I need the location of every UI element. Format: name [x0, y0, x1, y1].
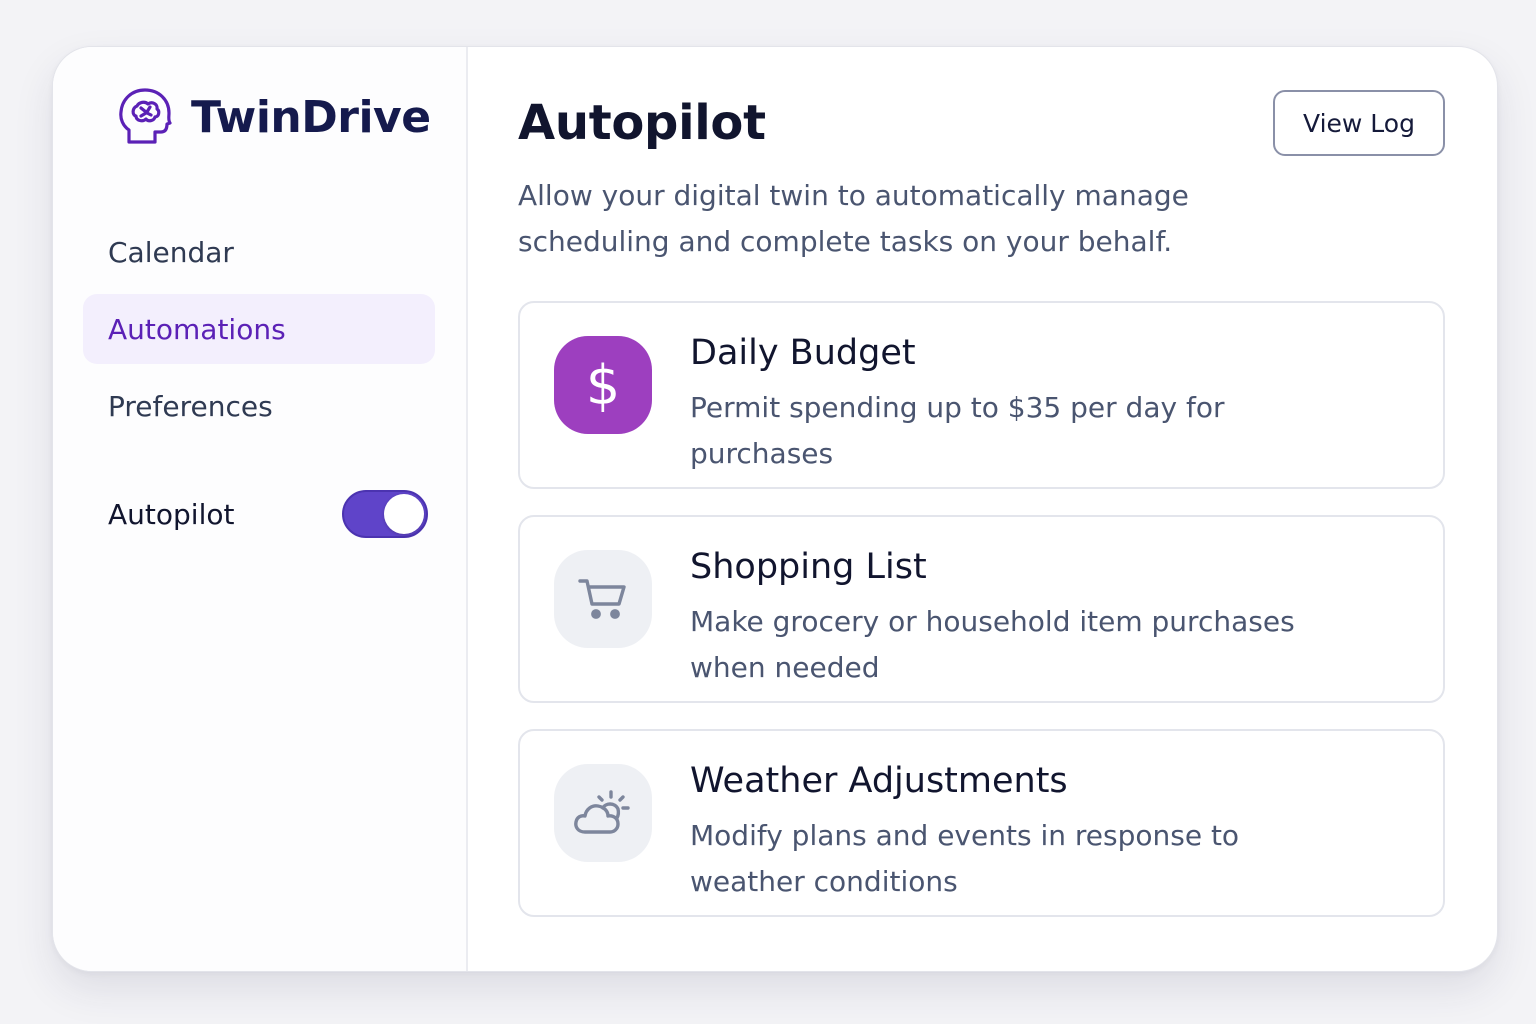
view-log-button[interactable]: View Log: [1273, 90, 1445, 156]
automation-card-weather-adjustments[interactable]: Weather Adjustments Modify plans and eve…: [518, 729, 1445, 917]
cloud-sun-icon: [554, 764, 652, 862]
toggle-knob: [384, 494, 424, 534]
sidebar-item-preferences[interactable]: Preferences: [83, 371, 435, 441]
autopilot-toggle-label: Autopilot: [108, 497, 235, 531]
brand-name: TwinDrive: [191, 91, 431, 143]
page-title: Autopilot: [518, 95, 766, 151]
brand[interactable]: TwinDrive: [115, 85, 431, 149]
dollar-icon: $: [554, 336, 652, 434]
card-description: Make grocery or household item purchases…: [690, 605, 1295, 684]
sidebar-item-calendar[interactable]: Calendar: [83, 217, 435, 287]
card-title: Daily Budget: [690, 333, 916, 373]
cart-icon: [554, 550, 652, 648]
automation-cards: $ Daily Budget Permit spending up to $35…: [518, 301, 1445, 943]
sidebar-nav: Calendar Automations Preferences: [83, 217, 435, 448]
app-window: TwinDrive Calendar Automations Preferenc…: [52, 46, 1498, 972]
page-subtitle: Allow your digital twin to automatically…: [518, 179, 1189, 258]
card-description: Permit spending up to $35 per day for pu…: [690, 391, 1225, 470]
sidebar-item-automations[interactable]: Automations: [83, 294, 435, 364]
sidebar: TwinDrive Calendar Automations Preferenc…: [53, 47, 468, 971]
autopilot-toggle-row: Autopilot: [108, 483, 428, 545]
automation-card-shopping-list[interactable]: Shopping List Make grocery or household …: [518, 515, 1445, 703]
autopilot-toggle[interactable]: [342, 490, 428, 538]
card-description: Modify plans and events in response to w…: [690, 819, 1240, 898]
automation-card-daily-budget[interactable]: $ Daily Budget Permit spending up to $35…: [518, 301, 1445, 489]
card-title: Shopping List: [690, 547, 927, 587]
main-content: Autopilot View Log Allow your digital tw…: [468, 47, 1497, 971]
card-title: Weather Adjustments: [690, 761, 1068, 801]
brain-head-icon: [115, 85, 175, 149]
